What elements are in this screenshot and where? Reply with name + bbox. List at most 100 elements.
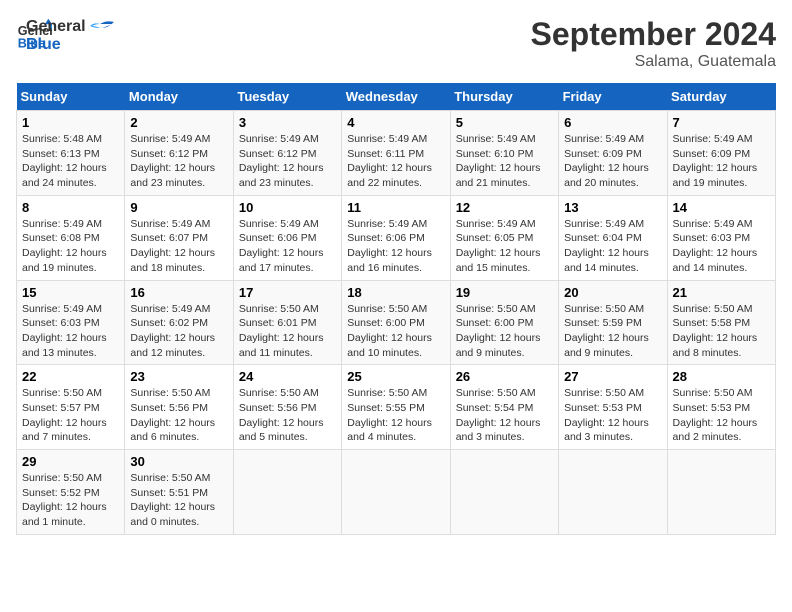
day-number: 1 bbox=[22, 115, 119, 130]
day-number: 29 bbox=[22, 454, 119, 469]
day-info: Sunrise: 5:49 AMSunset: 6:10 PMDaylight:… bbox=[456, 132, 553, 191]
day-info: Sunrise: 5:50 AMSunset: 5:57 PMDaylight:… bbox=[22, 386, 119, 445]
calendar-cell: 11Sunrise: 5:49 AMSunset: 6:06 PMDayligh… bbox=[342, 195, 450, 280]
calendar-cell: 30 Sunrise: 5:50 AMSunset: 5:51 PMDayligh… bbox=[125, 450, 233, 535]
calendar-cell bbox=[559, 450, 667, 535]
title-block: September 2024 Salama, Guatemala bbox=[531, 16, 776, 71]
day-info: Sunrise: 5:50 AMSunset: 5:59 PMDaylight:… bbox=[564, 302, 661, 361]
calendar-week-row: 29 Sunrise: 5:50 AMSunset: 5:52 PMDayligh… bbox=[17, 450, 776, 535]
calendar-cell: 8 Sunrise: 5:49 AMSunset: 6:08 PMDaylight… bbox=[17, 195, 125, 280]
day-number: 17 bbox=[239, 285, 336, 300]
calendar-cell: 7 Sunrise: 5:49 AMSunset: 6:09 PMDaylight… bbox=[667, 111, 775, 196]
day-number: 12 bbox=[456, 200, 553, 215]
calendar-cell: 10Sunrise: 5:49 AMSunset: 6:06 PMDayligh… bbox=[233, 195, 341, 280]
calendar-week-row: 1 Sunrise: 5:48 AMSunset: 6:13 PMDaylight… bbox=[17, 111, 776, 196]
col-header-tuesday: Tuesday bbox=[233, 83, 341, 111]
calendar-cell: 20 Sunrise: 5:50 AMSunset: 5:59 PMDayligh… bbox=[559, 280, 667, 365]
day-info: Sunrise: 5:49 AMSunset: 6:03 PMDaylight:… bbox=[673, 217, 770, 276]
calendar-cell bbox=[450, 450, 558, 535]
calendar-cell bbox=[667, 450, 775, 535]
day-number: 18 bbox=[347, 285, 444, 300]
calendar-cell: 6 Sunrise: 5:49 AMSunset: 6:09 PMDaylight… bbox=[559, 111, 667, 196]
day-info: Sunrise: 5:50 AMSunset: 5:51 PMDaylight:… bbox=[130, 471, 227, 530]
day-number: 7 bbox=[673, 115, 770, 130]
day-number: 23 bbox=[130, 369, 227, 384]
page-header: General Blue General Blue September 2024… bbox=[16, 16, 776, 71]
day-info: Sunrise: 5:50 AMSunset: 5:52 PMDaylight:… bbox=[22, 471, 119, 530]
calendar-cell: 16 Sunrise: 5:49 AMSunset: 6:02 PMDayligh… bbox=[125, 280, 233, 365]
calendar-week-row: 22 Sunrise: 5:50 AMSunset: 5:57 PMDayligh… bbox=[17, 365, 776, 450]
day-info: Sunrise: 5:49 AMSunset: 6:03 PMDaylight:… bbox=[22, 302, 119, 361]
day-number: 26 bbox=[456, 369, 553, 384]
calendar-cell: 2Sunrise: 5:49 AMSunset: 6:12 PMDaylight… bbox=[125, 111, 233, 196]
day-number: 21 bbox=[673, 285, 770, 300]
day-number: 13 bbox=[564, 200, 661, 215]
day-info: Sunrise: 5:49 AMSunset: 6:04 PMDaylight:… bbox=[564, 217, 661, 276]
day-number: 10 bbox=[239, 200, 336, 215]
calendar-cell: 26Sunrise: 5:50 AMSunset: 5:54 PMDayligh… bbox=[450, 365, 558, 450]
day-info: Sunrise: 5:49 AMSunset: 6:06 PMDaylight:… bbox=[347, 217, 444, 276]
day-number: 19 bbox=[456, 285, 553, 300]
calendar-cell: 27Sunrise: 5:50 AMSunset: 5:53 PMDayligh… bbox=[559, 365, 667, 450]
day-info: Sunrise: 5:49 AMSunset: 6:09 PMDaylight:… bbox=[673, 132, 770, 191]
calendar-cell: 14 Sunrise: 5:49 AMSunset: 6:03 PMDayligh… bbox=[667, 195, 775, 280]
calendar-cell: 13 Sunrise: 5:49 AMSunset: 6:04 PMDayligh… bbox=[559, 195, 667, 280]
calendar-cell: 21 Sunrise: 5:50 AMSunset: 5:58 PMDayligh… bbox=[667, 280, 775, 365]
calendar-week-row: 15 Sunrise: 5:49 AMSunset: 6:03 PMDayligh… bbox=[17, 280, 776, 365]
calendar-week-row: 8 Sunrise: 5:49 AMSunset: 6:08 PMDaylight… bbox=[17, 195, 776, 280]
day-info: Sunrise: 5:50 AMSunset: 5:53 PMDaylight:… bbox=[673, 386, 770, 445]
col-header-sunday: Sunday bbox=[17, 83, 125, 111]
logo-general: General bbox=[26, 18, 86, 36]
month-title: September 2024 bbox=[531, 16, 776, 53]
day-info: Sunrise: 5:49 AMSunset: 6:09 PMDaylight:… bbox=[564, 132, 661, 191]
day-number: 30 bbox=[130, 454, 227, 469]
calendar-cell: 24 Sunrise: 5:50 AMSunset: 5:56 PMDayligh… bbox=[233, 365, 341, 450]
calendar-cell: 25 Sunrise: 5:50 AMSunset: 5:55 PMDayligh… bbox=[342, 365, 450, 450]
col-header-wednesday: Wednesday bbox=[342, 83, 450, 111]
day-info: Sunrise: 5:48 AMSunset: 6:13 PMDaylight:… bbox=[22, 132, 119, 191]
day-info: Sunrise: 5:50 AMSunset: 5:55 PMDaylight:… bbox=[347, 386, 444, 445]
day-info: Sunrise: 5:49 AMSunset: 6:12 PMDaylight:… bbox=[239, 132, 336, 191]
day-info: Sunrise: 5:50 AMSunset: 5:56 PMDaylight:… bbox=[239, 386, 336, 445]
calendar-cell: 12Sunrise: 5:49 AMSunset: 6:05 PMDayligh… bbox=[450, 195, 558, 280]
logo-blue: Blue bbox=[26, 36, 86, 54]
day-number: 24 bbox=[239, 369, 336, 384]
calendar-cell: 17Sunrise: 5:50 AMSunset: 6:01 PMDayligh… bbox=[233, 280, 341, 365]
day-number: 16 bbox=[130, 285, 227, 300]
calendar-cell: 28 Sunrise: 5:50 AMSunset: 5:53 PMDayligh… bbox=[667, 365, 775, 450]
day-number: 28 bbox=[673, 369, 770, 384]
logo-bird-icon bbox=[86, 20, 114, 42]
day-info: Sunrise: 5:49 AMSunset: 6:07 PMDaylight:… bbox=[130, 217, 227, 276]
day-number: 14 bbox=[673, 200, 770, 215]
col-header-monday: Monday bbox=[125, 83, 233, 111]
calendar-cell: 29 Sunrise: 5:50 AMSunset: 5:52 PMDayligh… bbox=[17, 450, 125, 535]
day-number: 3 bbox=[239, 115, 336, 130]
day-info: Sunrise: 5:50 AMSunset: 5:56 PMDaylight:… bbox=[130, 386, 227, 445]
day-number: 25 bbox=[347, 369, 444, 384]
day-number: 27 bbox=[564, 369, 661, 384]
day-number: 4 bbox=[347, 115, 444, 130]
col-header-saturday: Saturday bbox=[667, 83, 775, 111]
col-header-thursday: Thursday bbox=[450, 83, 558, 111]
day-number: 22 bbox=[22, 369, 119, 384]
day-number: 5 bbox=[456, 115, 553, 130]
calendar-cell: 23 Sunrise: 5:50 AMSunset: 5:56 PMDayligh… bbox=[125, 365, 233, 450]
calendar-cell: 22 Sunrise: 5:50 AMSunset: 5:57 PMDayligh… bbox=[17, 365, 125, 450]
calendar-cell bbox=[233, 450, 341, 535]
day-number: 6 bbox=[564, 115, 661, 130]
col-header-friday: Friday bbox=[559, 83, 667, 111]
day-info: Sunrise: 5:49 AMSunset: 6:12 PMDaylight:… bbox=[130, 132, 227, 191]
calendar-cell: 19Sunrise: 5:50 AMSunset: 6:00 PMDayligh… bbox=[450, 280, 558, 365]
day-info: Sunrise: 5:49 AMSunset: 6:02 PMDaylight:… bbox=[130, 302, 227, 361]
calendar-cell: 5 Sunrise: 5:49 AMSunset: 6:10 PMDaylight… bbox=[450, 111, 558, 196]
calendar-cell: 3 Sunrise: 5:49 AMSunset: 6:12 PMDaylight… bbox=[233, 111, 341, 196]
day-number: 15 bbox=[22, 285, 119, 300]
day-number: 20 bbox=[564, 285, 661, 300]
day-info: Sunrise: 5:50 AMSunset: 5:58 PMDaylight:… bbox=[673, 302, 770, 361]
day-number: 9 bbox=[130, 200, 227, 215]
day-number: 8 bbox=[22, 200, 119, 215]
day-info: Sunrise: 5:49 AMSunset: 6:08 PMDaylight:… bbox=[22, 217, 119, 276]
calendar-header-row: SundayMondayTuesdayWednesdayThursdayFrid… bbox=[17, 83, 776, 111]
calendar-cell: 18Sunrise: 5:50 AMSunset: 6:00 PMDayligh… bbox=[342, 280, 450, 365]
calendar-cell: 1 Sunrise: 5:48 AMSunset: 6:13 PMDaylight… bbox=[17, 111, 125, 196]
